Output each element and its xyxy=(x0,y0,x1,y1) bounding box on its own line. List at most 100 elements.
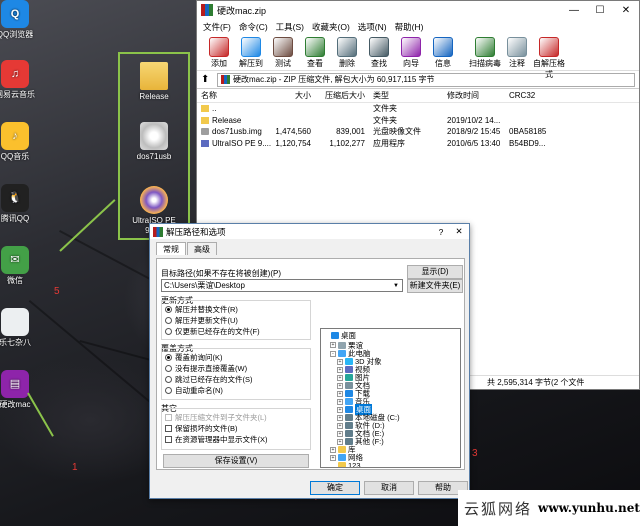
tree-expander-icon[interactable]: + xyxy=(330,342,336,348)
tree-expander-icon[interactable]: + xyxy=(337,358,343,365)
radio-option[interactable]: 没有提示直接覆盖(W) xyxy=(165,363,247,374)
toolbar-button[interactable]: 查找 xyxy=(363,37,395,69)
menu-item[interactable]: 收藏夹(O) xyxy=(308,21,354,33)
column-crc[interactable]: CRC32 xyxy=(505,91,565,100)
status-text: 共 2,595,314 字节(2 个文件 xyxy=(487,378,585,387)
column-name[interactable]: 名称 xyxy=(197,90,267,101)
checkbox[interactable] xyxy=(165,425,172,432)
desktop-icon-label: QQ音乐 xyxy=(0,152,30,161)
tree-expander-icon[interactable]: + xyxy=(330,446,336,453)
desktop-icon[interactable]: 🐧 腾讯QQ xyxy=(0,184,40,224)
app-icon: ♪ xyxy=(1,122,29,150)
tree-expander-icon[interactable]: + xyxy=(330,454,336,461)
toolbar-button[interactable]: 信息 xyxy=(427,37,459,69)
radio-button[interactable] xyxy=(165,306,172,313)
archive-path-field[interactable]: 硬改mac.zip - ZIP 压缩文件, 解包大小为 60,917,115 字… xyxy=(217,72,635,87)
tree-expander-icon[interactable]: + xyxy=(337,382,343,389)
chevron-down-icon[interactable]: ▼ xyxy=(391,281,401,290)
tree-expander-icon[interactable]: + xyxy=(337,422,343,429)
toolbar-button[interactable]: 解压到 xyxy=(235,37,267,69)
cancel-button[interactable]: 取消 xyxy=(364,481,414,495)
column-packed[interactable]: 压缩后大小 xyxy=(315,90,369,101)
radio-option[interactable]: 覆盖前询问(K) xyxy=(165,352,223,363)
desktop-icon[interactable]: Q QQ浏览器 xyxy=(0,0,40,40)
virus-scan-icon xyxy=(475,37,495,57)
radio-option[interactable]: 仅更新已经存在的文件(F) xyxy=(165,326,260,337)
checkbox[interactable] xyxy=(165,436,172,443)
dialog-close-button[interactable]: ✕ xyxy=(449,226,469,237)
menu-item[interactable]: 选项(N) xyxy=(354,21,391,33)
tree-expander-icon[interactable]: + xyxy=(337,390,343,397)
ok-button[interactable]: 确定 xyxy=(310,481,360,495)
minimize-button[interactable]: — xyxy=(561,5,587,16)
radio-label: 解压并替换文件(R) xyxy=(175,305,238,314)
new-folder-button[interactable]: 新建文件夹(E) xyxy=(407,279,463,293)
tree-folder-icon xyxy=(345,358,353,365)
help-question-button[interactable]: ? xyxy=(433,227,449,237)
desktop-icon[interactable]: ♪ QQ音乐 xyxy=(0,122,40,162)
radio-button[interactable] xyxy=(165,354,172,361)
toolbar-button[interactable]: 测试 xyxy=(267,37,299,69)
desktop-icon-folder[interactable]: Release xyxy=(129,62,179,102)
tree-expander-icon[interactable]: + xyxy=(337,366,343,373)
menu-item[interactable]: 文件(F) xyxy=(199,21,235,33)
toolbar-button[interactable]: 查看 xyxy=(299,37,331,69)
checkbox-option[interactable]: 保留损坏的文件(B) xyxy=(165,423,238,434)
file-row[interactable]: UltraISO PE 9.... 1,120,754 1,102,277 应用程序 2… xyxy=(197,138,639,150)
desktop-icon[interactable]: ✉ 微信 xyxy=(0,246,40,286)
desktop-icon[interactable]: ♫ 网易云音乐 xyxy=(0,60,40,100)
tab-advanced[interactable]: 高级 xyxy=(187,242,217,255)
folder-tree[interactable]: 桌面 + 栗谊 - 此电脑 +3D 对象 + 视频 + 图片 + 文档 + 下载 + 音乐 + 桌面 + 本地磁盘 (… xyxy=(320,328,461,468)
menu-item[interactable]: 帮助(H) xyxy=(391,21,428,33)
target-path-input[interactable]: C:\Users\栗谊\Desktop ▼ xyxy=(161,279,403,292)
file-row[interactable]: Release 文件夹 2019/10/2 14... xyxy=(197,115,639,127)
radio-button[interactable] xyxy=(165,376,172,383)
column-modified[interactable]: 修改时间 xyxy=(443,90,505,101)
tree-node-label: 其他 (F:) xyxy=(355,437,384,446)
toolbar-button[interactable]: 注释 xyxy=(501,37,533,69)
radio-button[interactable] xyxy=(165,387,172,394)
radio-option[interactable]: 解压并替换文件(R) xyxy=(165,304,238,315)
radio-button[interactable] xyxy=(165,365,172,372)
winrar-titlebar: 硬改mac.zip — ☐ ✕ xyxy=(197,1,639,19)
column-size[interactable]: 大小 xyxy=(267,90,315,101)
close-button[interactable]: ✕ xyxy=(613,5,639,16)
checkbox-option: 解压压缩文件到子文件夹(L) xyxy=(165,412,267,423)
desktop-icon[interactable]: 乐七杂八 xyxy=(0,308,40,348)
radio-option[interactable]: 自动重命名(N) xyxy=(165,385,223,396)
checkbox-option[interactable]: 在资源管理器中显示文件(X) xyxy=(165,434,268,445)
tab-general[interactable]: 常规 xyxy=(156,242,186,255)
toolbar-button[interactable]: 删除 xyxy=(331,37,363,69)
file-row[interactable]: .. 文件夹 xyxy=(197,103,639,115)
radio-button[interactable] xyxy=(165,317,172,324)
toolbar-button[interactable]: 向导 xyxy=(395,37,427,69)
tree-expander-icon[interactable]: + xyxy=(337,430,343,437)
app-icon: ✉ xyxy=(1,246,29,274)
menu-item[interactable]: 工具(S) xyxy=(272,21,308,33)
save-settings-button[interactable]: 保存设置(V) xyxy=(163,454,309,468)
checkbox-label: 解压压缩文件到子文件夹(L) xyxy=(175,413,267,422)
file-name-cell: dos71usb.img xyxy=(197,127,267,136)
radio-button[interactable] xyxy=(165,328,172,335)
tree-node[interactable]: 123 xyxy=(330,461,361,467)
desktop-icon-disk-image[interactable]: dos71usb xyxy=(129,122,179,162)
tree-expander-icon[interactable]: - xyxy=(330,350,336,357)
desktop-icon-label: QQ浏览器 xyxy=(0,30,34,39)
tree-expander-icon[interactable]: + xyxy=(337,438,343,445)
column-type[interactable]: 类型 xyxy=(369,90,443,101)
toolbar-button[interactable]: 添加 xyxy=(203,37,235,69)
tree-expander-icon[interactable]: + xyxy=(337,374,343,381)
tree-expander-icon[interactable]: + xyxy=(337,398,343,405)
show-button[interactable]: 显示(D) xyxy=(407,265,463,279)
delete-icon xyxy=(337,37,357,57)
maximize-button[interactable]: ☐ xyxy=(587,5,613,16)
radio-option[interactable]: 跳过已经存在的文件(S) xyxy=(165,374,253,385)
up-arrow-icon[interactable]: ⬆ xyxy=(201,74,217,85)
menu-item[interactable]: 命令(C) xyxy=(235,21,272,33)
tree-expander-icon[interactable]: + xyxy=(337,414,343,421)
file-name-cell: UltraISO PE 9.... xyxy=(197,139,271,148)
file-row[interactable]: dos71usb.img 1,474,560 839,001 光盘映像文件 2018/9… xyxy=(197,126,639,138)
radio-option[interactable]: 解压并更新文件(U) xyxy=(165,315,238,326)
tree-expander-icon[interactable]: + xyxy=(337,406,343,413)
toolbar-button[interactable]: 扫描病毒 xyxy=(469,37,501,69)
